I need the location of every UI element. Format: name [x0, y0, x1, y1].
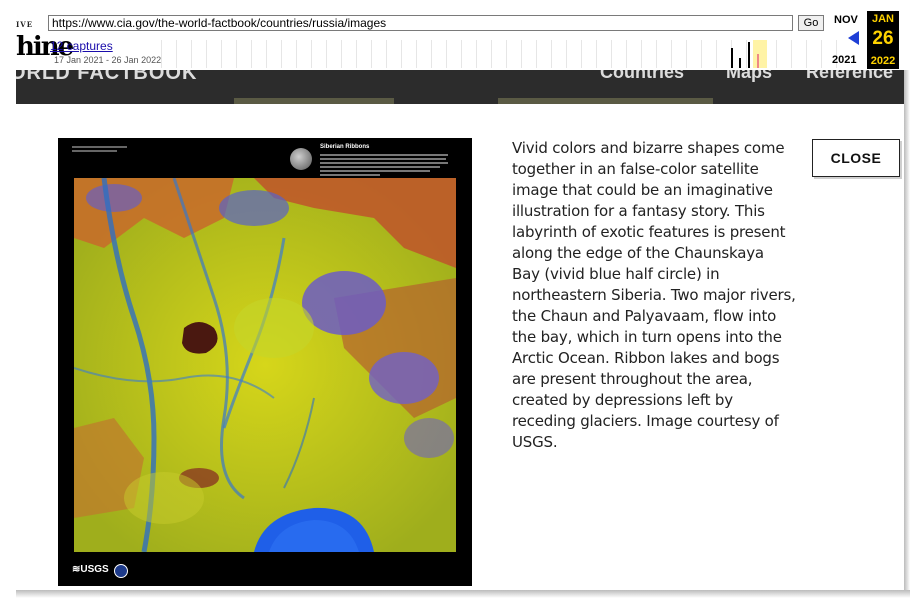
sparkline-bar: [757, 54, 759, 68]
satellite-image-art: [74, 178, 456, 552]
poster-header-text: [72, 146, 132, 160]
site-header: ORLD FACTBOOK Countries Maps Reference: [16, 70, 904, 104]
poster-title: Siberian Ribbons: [320, 144, 370, 150]
page-shadow: [904, 70, 910, 595]
poster-emblem-icon: [290, 148, 312, 170]
poster-description-text: [320, 154, 450, 178]
prev-month-label[interactable]: NOV: [834, 14, 858, 26]
current-month: JAN: [871, 13, 894, 25]
captures-link[interactable]: 12 captures: [50, 39, 113, 53]
page-shadow: [16, 590, 910, 598]
sparkline-highlight: [753, 40, 767, 68]
false-color-satellite-image: [74, 178, 456, 552]
prev-capture-arrow-icon[interactable]: [848, 31, 859, 45]
current-capture-date: JAN 26 2022: [867, 11, 899, 69]
current-year: 2022: [870, 55, 896, 67]
nasa-logo-icon: [114, 564, 128, 578]
url-input[interactable]: [48, 15, 793, 31]
image-caption: Vivid colors and bizarre shapes come tog…: [512, 139, 796, 451]
sparkline-bar: [731, 48, 733, 68]
capture-range: 17 Jan 2021 - 26 Jan 2022: [54, 55, 162, 65]
wayback-toolbar: IVE hine Go 12 captures 17 Jan 2021 - 26…: [16, 8, 904, 71]
close-button[interactable]: CLOSE: [812, 139, 900, 177]
nav-maps[interactable]: Maps: [726, 70, 772, 83]
capture-sparkline[interactable]: [161, 40, 841, 68]
site-title[interactable]: ORLD FACTBOOK: [16, 70, 197, 85]
current-day: 26: [872, 28, 894, 49]
sparkline-bar: [748, 42, 750, 68]
wayback-logo[interactable]: IVE hine: [16, 14, 74, 66]
usgs-logo: ≋USGS: [72, 564, 109, 575]
satellite-poster-image: Siberian Ribbons ≋USGS: [58, 138, 472, 586]
wayback-logo-top: IVE: [16, 20, 34, 29]
sparkline-bar: [739, 58, 741, 68]
prev-year-label[interactable]: 2021: [832, 54, 856, 66]
nav-reference[interactable]: Reference: [806, 70, 893, 83]
nav-countries[interactable]: Countries: [600, 70, 684, 83]
go-button[interactable]: Go: [798, 15, 824, 31]
image-modal: Siberian Ribbons ≋USGS Vivid colors and …: [24, 104, 904, 590]
